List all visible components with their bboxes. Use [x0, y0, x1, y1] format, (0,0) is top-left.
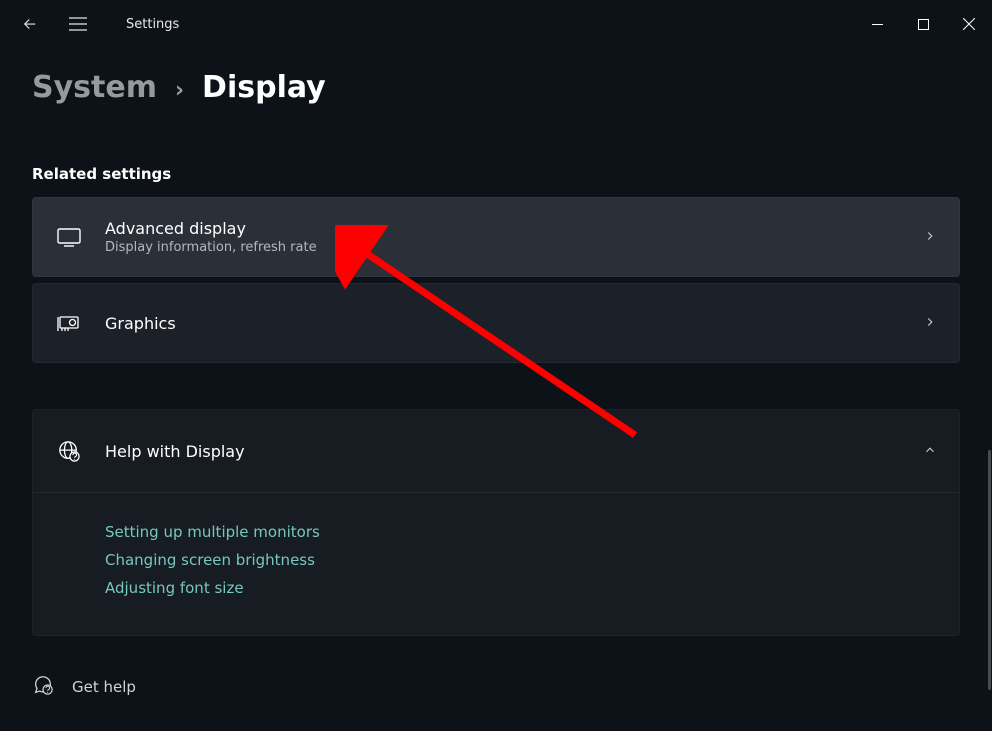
help-header[interactable]: Help with Display: [33, 410, 959, 492]
maximize-icon: [918, 19, 929, 30]
card-title: Advanced display: [105, 219, 923, 238]
globe-help-icon: [55, 440, 83, 462]
card-title: Graphics: [105, 314, 923, 333]
help-link-font[interactable]: Adjusting font size: [105, 579, 937, 597]
arrow-left-icon: [21, 15, 39, 33]
back-button[interactable]: [8, 2, 52, 46]
help-link-brightness[interactable]: Changing screen brightness: [105, 551, 937, 569]
card-subtitle: Display information, refresh rate: [105, 240, 923, 255]
help-links: Setting up multiple monitors Changing sc…: [33, 492, 959, 635]
minimize-icon: [872, 19, 883, 30]
hamburger-icon: [69, 17, 87, 31]
help-link-monitors[interactable]: Setting up multiple monitors: [105, 523, 937, 541]
help-chat-icon: [32, 674, 54, 700]
chevron-right-icon: [923, 314, 937, 333]
help-section: Help with Display Setting up multiple mo…: [32, 409, 960, 636]
card-body: Advanced display Display information, re…: [105, 219, 923, 255]
get-help-label: Get help: [72, 678, 136, 696]
close-button[interactable]: [946, 8, 992, 40]
breadcrumb-parent[interactable]: System: [32, 70, 157, 105]
navigation-menu-button[interactable]: [56, 2, 100, 46]
card-body: Graphics: [105, 314, 923, 333]
get-help-row[interactable]: Get help: [32, 674, 960, 700]
chevron-right-icon: [923, 228, 937, 247]
titlebar-left: Settings: [8, 2, 179, 46]
graphics-card[interactable]: Graphics: [32, 283, 960, 363]
scrollbar[interactable]: [988, 450, 991, 690]
section-heading-related: Related settings: [32, 165, 960, 183]
breadcrumb: System › Display: [32, 70, 960, 105]
gpu-icon: [55, 313, 83, 333]
card-body: Help with Display: [105, 442, 923, 461]
advanced-display-card[interactable]: Advanced display Display information, re…: [32, 197, 960, 277]
card-title: Help with Display: [105, 442, 923, 461]
maximize-button[interactable]: [900, 8, 946, 40]
chevron-up-icon: [923, 442, 937, 461]
monitor-icon: [55, 227, 83, 247]
app-title: Settings: [126, 17, 179, 32]
chevron-right-icon: ›: [175, 78, 184, 103]
breadcrumb-current: Display: [202, 70, 326, 105]
content-area: System › Display Related settings Advanc…: [0, 48, 992, 700]
window-controls: [854, 8, 992, 40]
minimize-button[interactable]: [854, 8, 900, 40]
close-icon: [963, 18, 975, 30]
titlebar: Settings: [0, 0, 992, 48]
